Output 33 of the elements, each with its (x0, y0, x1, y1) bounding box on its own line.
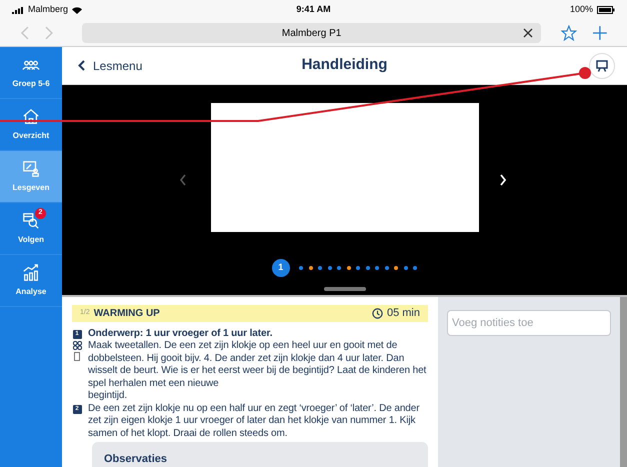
chevron-left-icon (78, 60, 85, 71)
battery-percent: 100% (570, 3, 593, 16)
sidebar-tab[interactable]: Groep 5-6 (0, 47, 62, 99)
notes-field[interactable]: Voeg notities toe (447, 310, 611, 336)
next-slide-icon[interactable] (499, 174, 507, 186)
card-magnifier-icon (22, 212, 40, 230)
address-bar[interactable]: Malmberg P1 (82, 23, 542, 43)
group-icon (72, 340, 82, 350)
signal-icon (12, 6, 24, 14)
clock-icon (372, 308, 383, 319)
presentation-screen-icon (596, 60, 608, 72)
clock-time: 9:41 AM (296, 3, 331, 16)
wifi-icon (72, 6, 82, 14)
screen-person-icon (22, 160, 40, 178)
scrollbar[interactable] (620, 297, 627, 467)
previous-slide-icon[interactable] (179, 174, 187, 186)
step-text: Onderwerp: 1 uur vroeger of 1 uur later. Maak tweetallen. De een zet zijn klokje op een heel uur en gooit met de dobbelsteen. Hij gooit bijv. 4. De ander zet zijn klokje dan 4 uur later. Dan wisselt de beurt. Wie is er het eerst weer bij de begintijd? Laat de kinderen het spel herhalen met een nieuwe begintijd. (88, 328, 428, 402)
sidebar-tab[interactable]: Lesgeven (0, 151, 62, 203)
back-link[interactable]: Lesmenu (78, 56, 142, 74)
observations-title: Observaties (104, 453, 167, 465)
current-slide-indicator[interactable]: 1 (272, 259, 290, 277)
chart-icon (22, 264, 40, 282)
card-icon (74, 352, 80, 360)
drag-handle[interactable] (324, 287, 366, 291)
presentation-button[interactable] (589, 52, 615, 78)
close-icon[interactable] (523, 28, 534, 38)
carrier-name: Malmberg (28, 3, 68, 16)
house-icon (22, 108, 40, 126)
plus-icon[interactable] (593, 26, 607, 40)
step-text: De een zet zijn klokje nu op een half uur en zegt ‘vroeger’ of ‘later’. De ander zet zijn eigen klokje 1 uur vroeger of later dan het klokje van nummer 1. Kijk samen of het klopt. Draai de rollen steeds om. (88, 402, 420, 440)
page-title: Handleiding (302, 55, 388, 76)
battery-icon (597, 6, 615, 14)
star-icon[interactable] (561, 25, 578, 41)
